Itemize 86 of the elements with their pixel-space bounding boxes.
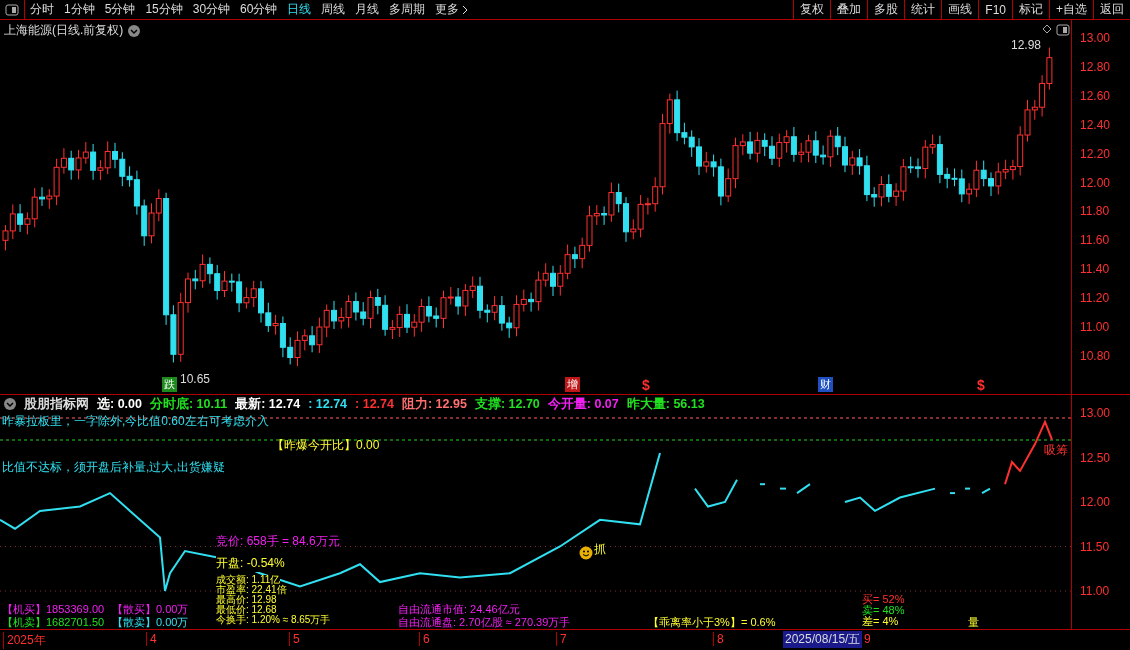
toolbar-button[interactable]: 叠加	[830, 0, 868, 19]
ratio-label: 【昨爆今开比】0.00	[272, 437, 380, 454]
indicator-readout: 选: 0.00	[97, 395, 142, 413]
volume-label: 量	[968, 616, 979, 628]
date-tick: 8	[713, 632, 724, 646]
date-tick: 4	[146, 632, 157, 646]
indicator-readout: : 12.74	[308, 397, 348, 411]
strategy-note: 比值不达标，须开盘后补量,过大,出货嫌疑	[2, 459, 225, 476]
indicator-readout: 今开量: 0.07	[547, 395, 619, 413]
auction-label: 竞价: 658手 = 84.6万元	[216, 533, 340, 550]
period-tab[interactable]: 30分钟	[187, 0, 236, 19]
indicator-tick: 12.00	[1080, 495, 1111, 509]
indicator-tick: 11.00	[1080, 584, 1110, 598]
chart-title: 上海能源(日线.前复权)	[4, 22, 124, 39]
price-tick: 11.40	[1080, 262, 1110, 277]
stat-label: 市盈率: 22.41倍	[216, 585, 287, 595]
panel-toggle-icon[interactable]	[1056, 24, 1070, 36]
strategy-note: 昨暴拉板里，一字除外,今比值0.60左右可考虑介入	[2, 413, 269, 430]
toolbar-button[interactable]: +自选	[1049, 0, 1093, 19]
indicator-readout: 最新: 12.74	[235, 395, 301, 413]
indicator-readout: : 12.74	[355, 397, 394, 411]
price-tick: 11.20	[1080, 291, 1110, 306]
diamond-icon	[1042, 24, 1052, 34]
cursor-date: 2025/08/15/五	[783, 631, 863, 648]
indicator-readout: 支撑: 12.70	[474, 395, 540, 413]
ratio-readout: 差= 4%	[862, 616, 899, 627]
price-tick: 11.00	[1080, 320, 1110, 334]
price-tick: 12.00	[1080, 175, 1111, 190]
stat-label: 最低价: 12.68	[216, 605, 277, 615]
period-tab[interactable]: 多周期	[384, 0, 431, 19]
indicator-readout: 阻力: 12.95	[401, 395, 467, 413]
toolbar-button[interactable]: 多股	[867, 0, 905, 19]
stat-label: 今换手: 1.20% ≈ 8.65万手	[216, 615, 331, 625]
stat-label: 最高价: 12.98	[216, 595, 277, 605]
smiley-icon	[579, 546, 593, 560]
price-tick: 12.80	[1080, 59, 1111, 74]
low-price-label: 10.65	[180, 372, 211, 386]
period-tab[interactable]: 15分钟	[140, 0, 188, 19]
price-tick: 12.40	[1080, 117, 1111, 132]
price-tick: 12.60	[1080, 88, 1111, 103]
period-tab[interactable]: 月线	[350, 0, 385, 19]
period-tab[interactable]: 周线	[316, 0, 351, 19]
period-tab[interactable]: 1分钟	[59, 0, 100, 19]
indicator-readout: 分时底: 10.11	[149, 395, 228, 413]
event-tag[interactable]: 财	[818, 377, 833, 392]
price-tick: 12.20	[1080, 146, 1111, 161]
period-tab[interactable]: 更多	[430, 0, 474, 19]
toolbar-button[interactable]: 返回	[1093, 0, 1130, 19]
event-tag[interactable]: 跌	[162, 377, 177, 392]
open-change-label: 开盘: -0.54%	[216, 555, 285, 572]
stat-label: 成交额: 1.11亿	[216, 575, 281, 585]
period-tab[interactable]: 分时	[25, 0, 59, 19]
ratio-readout: 买= 52%	[862, 594, 905, 605]
indicator-tick: 11.50	[1080, 539, 1110, 554]
ratio-readout: 卖= 48%	[862, 605, 905, 616]
date-tick: 7	[556, 632, 567, 646]
indicator-tick: 12.50	[1080, 450, 1111, 465]
chevron-right-icon	[462, 4, 469, 15]
dropdown-icon[interactable]	[4, 398, 16, 410]
indicator-readout: 昨大量: 56.13	[626, 395, 705, 413]
event-tag[interactable]: 增	[565, 377, 580, 392]
toolbar-button[interactable]: 统计	[904, 0, 942, 19]
indicator-tick: 13.00	[1080, 406, 1111, 420]
period-tab[interactable]: 5分钟	[99, 0, 141, 19]
date-tick: 2025年	[3, 632, 46, 649]
date-tick: 5	[289, 632, 300, 646]
float-value-label: 自由流通市值: 24.46亿元	[398, 603, 520, 615]
toolbar-button[interactable]: 复权	[793, 0, 831, 19]
toolbar-button[interactable]: F10	[978, 0, 1012, 19]
price-tick: 10.80	[1080, 348, 1111, 363]
price-tick: 11.80	[1080, 204, 1110, 219]
event-symbol[interactable]: $	[977, 377, 985, 393]
toolbar-button[interactable]: 画线	[941, 0, 979, 19]
period-tab[interactable]: 60分钟	[235, 0, 283, 19]
grab-label: 抓	[594, 541, 606, 558]
float-shares-label: 自由流通盘: 2.70亿股 ≈ 270.39万手	[398, 616, 571, 628]
period-tab[interactable]: 日线	[282, 0, 317, 19]
price-tick: 13.00	[1080, 31, 1111, 45]
price-tick: 11.60	[1080, 233, 1110, 248]
absorb-label: 吸筹	[1044, 442, 1068, 459]
high-price-label: 12.98	[1011, 38, 1042, 52]
toolbar-button[interactable]: 标记	[1012, 0, 1049, 19]
event-symbol[interactable]: $	[642, 377, 650, 393]
dropdown-icon[interactable]	[128, 24, 141, 37]
indicator-name: 股朋指标网	[24, 395, 89, 413]
date-tick: 6	[419, 632, 430, 646]
